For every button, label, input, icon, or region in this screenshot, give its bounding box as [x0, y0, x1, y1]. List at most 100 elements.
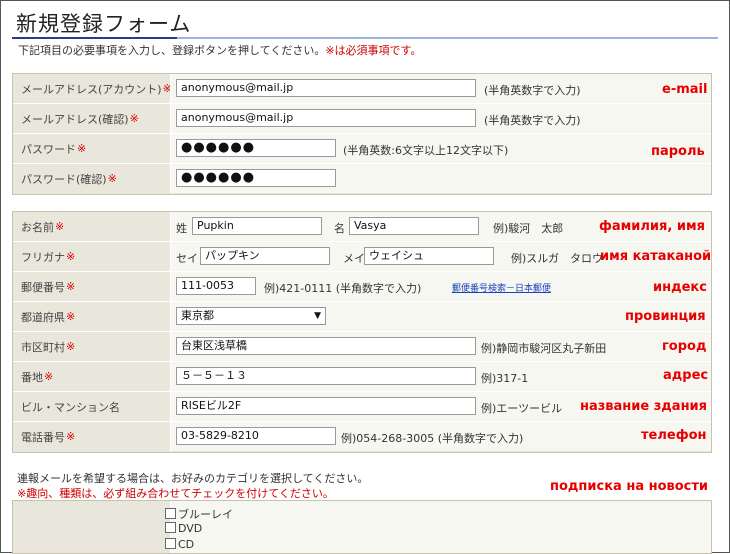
annotation-city: город: [662, 339, 707, 354]
password-label: パスワード ※: [13, 134, 166, 163]
annotation-name: фамилия, имя: [599, 219, 705, 234]
email-confirm-label: メールアドレス(確認) ※: [13, 104, 166, 133]
address-example: 例)317-1: [481, 372, 529, 385]
kana-sei-label: セイ: [176, 252, 198, 265]
city-label: 市区町村 ※: [13, 332, 166, 361]
category-dvd[interactable]: DVD: [165, 522, 202, 535]
email-hint: (半角英数字で入力): [484, 84, 581, 97]
password-confirm-cell: ●●●●●●: [170, 164, 711, 193]
phone-label-text: 電話番号: [21, 430, 65, 444]
pref-selected-value: 東京都: [181, 309, 214, 322]
email-confirm-input[interactable]: anonymous@mail.jp: [176, 109, 476, 127]
email-input[interactable]: anonymous@mail.jp: [176, 79, 476, 97]
row-city: 市区町村 ※ 台東区浅草橋 例)静岡市駿河区丸子新田: [13, 332, 711, 362]
required-mark: ※: [55, 220, 65, 233]
email-confirm-label-text: メールアドレス(確認): [21, 112, 129, 126]
zip-input[interactable]: 111-0053: [176, 277, 256, 295]
annotation-password: пароль: [651, 144, 705, 159]
annotation-email: e-mail: [662, 82, 708, 97]
phone-example: 例)054-268-3005 (半角数字で入力): [341, 432, 524, 445]
row-phone: 電話番号 ※ 03-5829-8210 例)054-268-3005 (半角数字で…: [13, 422, 711, 451]
zip-example: 例)421-0111 (半角数字で入力): [264, 282, 422, 295]
name-example: 例)駿河 太郎: [493, 222, 564, 235]
subscription-text: 連報メールを希望する場合は、お好みのカテゴリを選択してください。: [17, 472, 369, 485]
annotation-subscription: подписка на новости: [550, 479, 709, 494]
address-input[interactable]: ５－５－１３: [176, 367, 476, 385]
phone-input[interactable]: 03-5829-8210: [176, 427, 336, 445]
required-mark: ※: [66, 250, 76, 263]
annotation-building: название здания: [580, 399, 708, 414]
name-label: お名前 ※: [13, 212, 166, 241]
city-cell: 台東区浅草橋 例)静岡市駿河区丸子新田: [170, 332, 711, 361]
annotation-phone: телефон: [641, 428, 707, 443]
city-example: 例)静岡市駿河区丸子新田: [481, 342, 607, 355]
password-confirm-input[interactable]: ●●●●●●: [176, 169, 336, 187]
zip-label-text: 郵便番号: [21, 280, 65, 294]
email-label: メールアドレス(アカウント) ※: [13, 74, 172, 103]
address-cell: ５－５－１３ 例)317-1: [170, 362, 711, 391]
row-pref: 都道府県 ※ 東京都 ▼: [13, 302, 711, 332]
mei-input[interactable]: Vasya: [349, 217, 479, 235]
city-input[interactable]: 台東区浅草橋: [176, 337, 476, 355]
pref-label-text: 都道府県: [21, 310, 65, 324]
row-email: メールアドレス(アカウント) ※ anonymous@mail.jp (半角英数字…: [13, 74, 711, 104]
intro-required-note: ※は必須事項です。: [325, 44, 422, 57]
required-mark: ※: [44, 370, 54, 383]
page-title: 新規登録フォーム: [16, 12, 192, 36]
name-label-text: お名前: [21, 220, 54, 234]
kana-label: フリガナ ※: [13, 242, 166, 271]
checkbox-cd[interactable]: [165, 538, 176, 549]
intro-text: 下記項目の必要事項を入力し、登録ボタンを押してください。※は必須事項です。: [18, 42, 421, 58]
required-mark: ※: [107, 172, 117, 185]
kana-mei-input[interactable]: ウェイシュ: [364, 247, 494, 265]
building-label: ビル・マンション名: [13, 392, 166, 421]
annotation-kana: имя катаканой: [600, 249, 712, 264]
building-label-text: ビル・マンション名: [21, 400, 120, 414]
checkbox-dvd[interactable]: [165, 522, 176, 533]
checkbox-bluray[interactable]: [165, 508, 176, 519]
zip-search-link[interactable]: 郵便番号検索－日本郵便: [452, 281, 551, 294]
kana-label-text: フリガナ: [21, 250, 65, 264]
category-dvd-label: DVD: [178, 522, 203, 535]
intro-instruction: 下記項目の必要事項を入力し、登録ボタンを押してください。: [18, 44, 326, 57]
category-cell: [170, 501, 711, 553]
required-mark: ※: [66, 310, 76, 323]
email-label-text: メールアドレス(アカウント): [21, 82, 162, 96]
category-cd-label: CD: [178, 538, 195, 551]
chevron-down-icon: ▼: [314, 311, 321, 321]
category-bluray[interactable]: ブルーレイ: [165, 506, 233, 522]
building-example: 例)エーツービル: [481, 402, 563, 415]
kana-sei-input[interactable]: パップキン: [200, 247, 330, 265]
password-label-text: パスワード: [21, 142, 76, 156]
annotation-zip: индекс: [653, 280, 707, 295]
password-hint: (半角英数:6文字以上12文字以下): [343, 144, 509, 157]
category-cd[interactable]: CD: [165, 538, 194, 551]
password-confirm-label-text: パスワード(確認): [21, 172, 107, 186]
annotation-address: адрес: [663, 368, 709, 383]
personal-section: お名前 ※ 姓 Pupkin 名 Vasya 例)駿河 太郎 フリガナ ※ セイ パ…: [12, 211, 712, 453]
required-mark: ※: [66, 340, 76, 353]
category-bluray-label: ブルーレイ: [178, 508, 233, 521]
row-zip: 郵便番号 ※ 111-0053 例)421-0111 (半角数字で入力) 郵便番号…: [13, 272, 711, 302]
phone-cell: 03-5829-8210 例)054-268-3005 (半角数字で入力): [170, 422, 711, 451]
email-confirm-hint: (半角英数字で入力): [484, 114, 581, 127]
row-password: パスワード ※ ●●●●●● (半角英数:6文字以上12文字以下): [13, 134, 711, 164]
pref-select[interactable]: 東京都 ▼: [176, 307, 326, 325]
address-label: 番地 ※: [13, 362, 166, 391]
row-email-confirm: メールアドレス(確認) ※ anonymous@mail.jp (半角英数字で入力…: [13, 104, 711, 134]
password-input[interactable]: ●●●●●●: [176, 139, 336, 157]
title-underline: [12, 37, 718, 39]
row-password-confirm: パスワード(確認) ※ ●●●●●●: [13, 164, 711, 193]
subscription-warning: ※趣向、種類は、必ず組み合わせてチェックを付けてください。: [17, 487, 334, 500]
kana-mei-label: メイ: [343, 252, 365, 265]
email-cell: anonymous@mail.jp (半角英数字で入力): [170, 74, 711, 103]
required-mark: ※: [66, 280, 76, 293]
building-input[interactable]: RISEビル2F: [176, 397, 476, 415]
annotation-pref: провинция: [625, 309, 706, 324]
password-cell: ●●●●●● (半角英数:6文字以上12文字以下): [170, 134, 711, 163]
sei-input[interactable]: Pupkin: [192, 217, 322, 235]
required-mark: ※: [66, 430, 76, 443]
subscription-section: [12, 500, 712, 554]
zip-cell: 111-0053 例)421-0111 (半角数字で入力) 郵便番号検索－日本郵…: [170, 272, 711, 301]
address-label-text: 番地: [21, 370, 43, 384]
